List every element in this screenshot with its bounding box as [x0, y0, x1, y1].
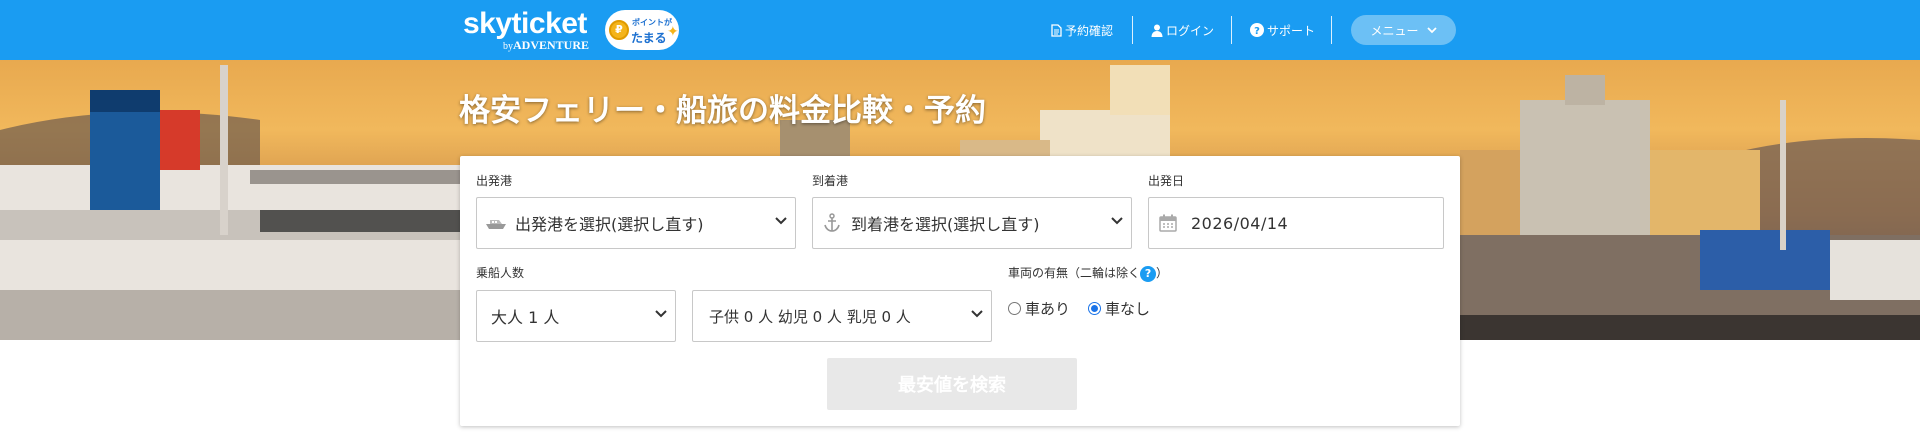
points-caption: ポイントが	[632, 18, 672, 27]
chevron-down-icon	[655, 310, 667, 318]
ferry-icon	[486, 220, 506, 229]
svg-text:?: ?	[1254, 26, 1260, 37]
nav-reservation-check-label: 予約確認	[1065, 23, 1114, 38]
nav-support-label: サポート	[1267, 23, 1316, 38]
search-lowest-price-button[interactable]: 最安値を検索	[827, 358, 1077, 410]
logo-subtitle: byADVENTURE	[503, 38, 590, 52]
top-header: skyticket byADVENTURE ₽ ポイントが たまる ✦ 予約確認…	[0, 0, 1920, 60]
sparkle-icon: ✦	[667, 24, 679, 40]
nav-support[interactable]: ? サポート	[1250, 20, 1315, 40]
arrival-port-value: 到着港を選択(選択し直す)	[851, 215, 1040, 234]
nav-login[interactable]: ログイン	[1151, 20, 1214, 40]
chevron-down-icon	[971, 310, 983, 318]
arrival-port-label: 到着港	[812, 174, 849, 188]
adults-select[interactable]: 大人 1 人	[476, 290, 676, 342]
question-circle-icon: ?	[1250, 23, 1264, 37]
vehicle-no-label: 車なし	[1105, 300, 1151, 318]
nav-divider	[1132, 16, 1133, 44]
anchor-icon	[824, 213, 840, 232]
menu-button[interactable]: メニュー	[1351, 15, 1456, 45]
children-value: 子供 0 人 幼児 0 人 乳児 0 人	[709, 307, 911, 326]
coin-icon: ₽	[609, 20, 629, 40]
points-badge[interactable]: ₽ ポイントが たまる ✦	[605, 10, 679, 50]
departure-port-label: 出発港	[476, 174, 513, 188]
points-title: たまる	[631, 31, 667, 45]
departure-date-label: 出発日	[1148, 174, 1185, 188]
nav-login-label: ログイン	[1166, 23, 1215, 38]
departure-port-select[interactable]: 出発港を選択(選択し直す)	[476, 197, 796, 249]
adults-value: 大人 1 人	[491, 308, 560, 327]
chevron-down-icon	[775, 217, 787, 225]
vehicle-yes-option[interactable]: 車あり	[1008, 298, 1070, 319]
user-icon	[1151, 24, 1163, 37]
departure-date-value: 2026/04/14	[1191, 213, 1289, 233]
departure-port-value: 出発港を選択(選択し直す)	[515, 215, 704, 234]
skyticket-logo[interactable]: skyticket byADVENTURE	[463, 7, 589, 53]
vehicle-no-radio[interactable]	[1088, 302, 1101, 315]
logo-text: skyticket	[463, 7, 587, 40]
children-select[interactable]: 子供 0 人 幼児 0 人 乳児 0 人	[692, 290, 992, 342]
vehicle-label: 車両の有無（二輪は除く?）	[1008, 265, 1169, 282]
chevron-down-icon	[1426, 26, 1437, 33]
vehicle-yes-label: 車あり	[1025, 300, 1071, 318]
vehicle-yes-radio[interactable]	[1008, 302, 1021, 315]
vehicle-no-option[interactable]: 車なし	[1088, 298, 1150, 319]
nav-reservation-check[interactable]: 予約確認	[1051, 20, 1113, 40]
nav-divider	[1331, 16, 1332, 44]
passengers-label: 乗船人数	[476, 266, 525, 280]
nav-divider	[1231, 16, 1232, 44]
menu-button-label: メニュー	[1370, 23, 1419, 38]
arrival-port-select[interactable]: 到着港を選択(選択し直す)	[812, 197, 1132, 249]
calendar-icon	[1159, 214, 1177, 232]
chevron-down-icon	[1111, 217, 1123, 225]
document-icon	[1051, 23, 1062, 37]
page-title: 格安フェリー・船旅の料金比較・予約	[459, 93, 986, 129]
help-icon[interactable]: ?	[1140, 265, 1157, 282]
ferry-search-form: 出発港 到着港 出発日 出発港を選択(選択し直す) 到着港を選択(選択し直す) …	[460, 156, 1460, 426]
departure-date-input[interactable]: 2026/04/14	[1148, 197, 1444, 249]
